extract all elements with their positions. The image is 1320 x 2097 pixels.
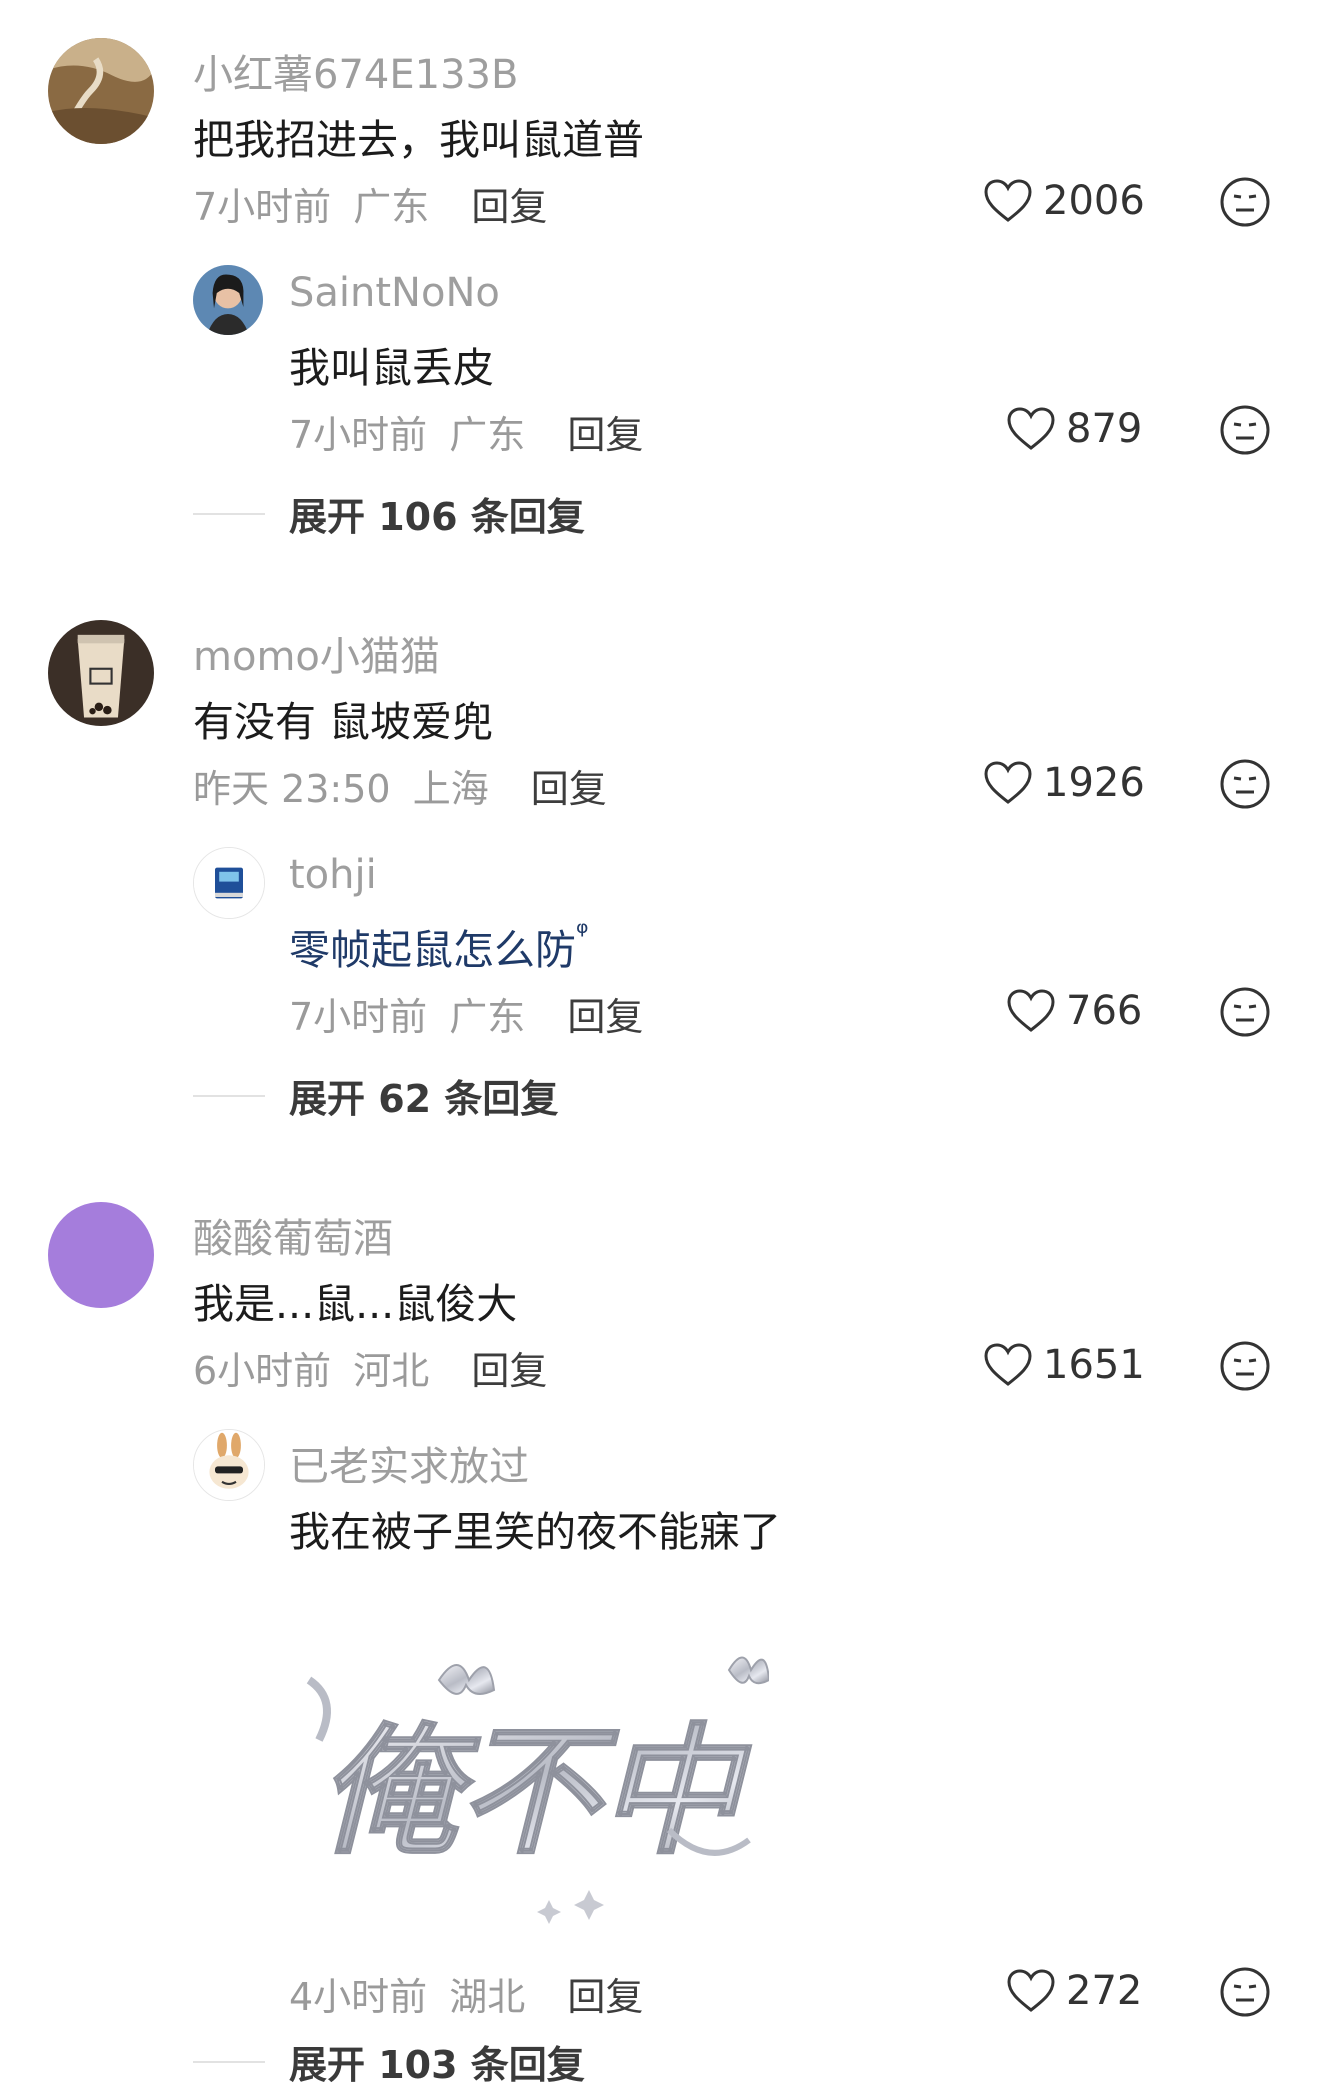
heart-outline-icon <box>984 1343 1032 1386</box>
reply-location: 广东 <box>449 995 526 1039</box>
heart-outline-icon <box>1007 1969 1055 2012</box>
neutral-face-icon[interactable] <box>1219 176 1271 228</box>
neutral-face-icon[interactable] <box>1219 986 1271 1038</box>
user-avatar[interactable] <box>48 38 154 144</box>
expand-divider <box>193 1094 265 1097</box>
reply-button[interactable]: 回复 <box>471 1349 547 1393</box>
reply-username[interactable]: tohji <box>289 852 377 898</box>
like-count: 1926 <box>1043 760 1145 806</box>
heart-outline-icon <box>984 761 1032 804</box>
comment-username[interactable]: 小红薯674E133B <box>193 42 518 100</box>
butterfly-calligraphy-sticker-icon: 俺不中 <box>289 1640 771 1940</box>
reply-username[interactable]: SaintNoNo <box>289 270 500 316</box>
like-button[interactable]: 1651 <box>983 1342 1145 1388</box>
reply-time: 7小时前 <box>289 413 428 457</box>
girl-photo-avatar-icon <box>193 265 263 335</box>
milk-tea-avatar-icon <box>48 620 154 726</box>
reply-meta: 7小时前 广东 回复 <box>289 404 643 459</box>
blue-book-icon <box>194 848 264 918</box>
comment-location: 河北 <box>353 1349 430 1393</box>
like-button[interactable]: 272 <box>1006 1968 1142 2014</box>
sticker-text: 俺不中 <box>319 1710 752 1874</box>
expand-divider <box>193 512 265 515</box>
expand-replies-label: 展开 106 条回复 <box>289 495 585 539</box>
comment-meta: 7小时前 广东 回复 <box>193 176 547 231</box>
expand-divider <box>193 2060 265 2063</box>
like-count: 2006 <box>1043 178 1145 224</box>
reply-text: 零帧起鼠怎么防 <box>289 926 576 974</box>
neutral-face-icon[interactable] <box>1219 758 1271 810</box>
like-button[interactable]: 879 <box>1006 406 1142 452</box>
reply-location: 湖北 <box>449 1975 526 2019</box>
neutral-face-icon[interactable] <box>1219 404 1271 456</box>
reply-meta: 4小时前 湖北 回复 <box>289 1966 643 2021</box>
reply-button[interactable]: 回复 <box>471 185 547 229</box>
comment-text: 我是...鼠...鼠俊大 <box>193 1280 518 1328</box>
expand-replies-button[interactable]: 展开 62 条回复 <box>193 1068 558 1123</box>
expand-replies-button[interactable]: 展开 103 条回复 <box>193 2034 585 2089</box>
reply-location: 广东 <box>449 413 526 457</box>
reply-text: 我在被子里笑的夜不能寐了 <box>289 1508 781 1556</box>
comment-meta: 昨天 23:50 上海 回复 <box>193 758 607 813</box>
cartoon-bunny-icon <box>194 1430 264 1500</box>
like-button[interactable]: 766 <box>1006 988 1142 1034</box>
like-count: 879 <box>1066 406 1143 452</box>
comment-meta: 6小时前 河北 回复 <box>193 1340 547 1395</box>
heart-outline-icon <box>1007 407 1055 450</box>
comment-location: 上海 <box>412 767 489 811</box>
expand-replies-button[interactable]: 展开 106 条回复 <box>193 486 585 541</box>
like-count: 1651 <box>1043 1342 1145 1388</box>
comment-location: 广东 <box>353 185 430 229</box>
reply-button[interactable]: 回复 <box>567 995 643 1039</box>
like-button[interactable]: 1926 <box>983 760 1145 806</box>
reply-text: 我叫鼠丢皮 <box>289 344 494 392</box>
user-avatar[interactable] <box>48 620 154 726</box>
like-button[interactable]: 2006 <box>983 178 1145 224</box>
neutral-face-icon[interactable] <box>1219 1340 1271 1392</box>
reply-button[interactable]: 回复 <box>567 1975 643 2019</box>
heart-outline-icon <box>1007 989 1055 1032</box>
comment-time: 昨天 23:50 <box>193 767 391 811</box>
comment-username[interactable]: 酸酸葡萄酒 <box>193 1206 393 1264</box>
reply-time: 7小时前 <box>289 995 428 1039</box>
like-count: 272 <box>1066 1968 1143 2014</box>
reply-avatar[interactable] <box>193 847 265 919</box>
expand-replies-label: 展开 62 条回复 <box>289 1077 559 1121</box>
neutral-face-icon[interactable] <box>1219 1966 1271 2018</box>
like-count: 766 <box>1066 988 1143 1034</box>
reply-username[interactable]: 已老实求放过 <box>289 1434 529 1492</box>
sticker-image[interactable]: 俺不中 <box>289 1640 771 1940</box>
reply-button[interactable]: 回复 <box>567 413 643 457</box>
landscape-photo-avatar-icon <box>48 38 154 144</box>
expand-replies-label: 展开 103 条回复 <box>289 2043 585 2087</box>
search-glyph-icon: ᵠ <box>576 916 589 951</box>
reply-time: 4小时前 <box>289 1975 428 2019</box>
reply-button[interactable]: 回复 <box>531 767 607 811</box>
comment-time: 6小时前 <box>193 1349 332 1393</box>
reply-text-search-link[interactable]: 零帧起鼠怎么防ᵠ <box>289 916 588 976</box>
reply-avatar[interactable] <box>193 265 263 335</box>
user-avatar[interactable] <box>48 1202 154 1308</box>
reply-meta: 7小时前 广东 回复 <box>289 986 643 1041</box>
comment-text: 把我招进去，我叫鼠道普 <box>193 116 644 164</box>
comment-time: 7小时前 <box>193 185 332 229</box>
comment-text: 有没有 鼠坡爱兜 <box>193 698 494 746</box>
comment-username[interactable]: momo小猫猫 <box>193 624 440 682</box>
reply-avatar[interactable] <box>193 1429 265 1501</box>
heart-outline-icon <box>984 179 1032 222</box>
